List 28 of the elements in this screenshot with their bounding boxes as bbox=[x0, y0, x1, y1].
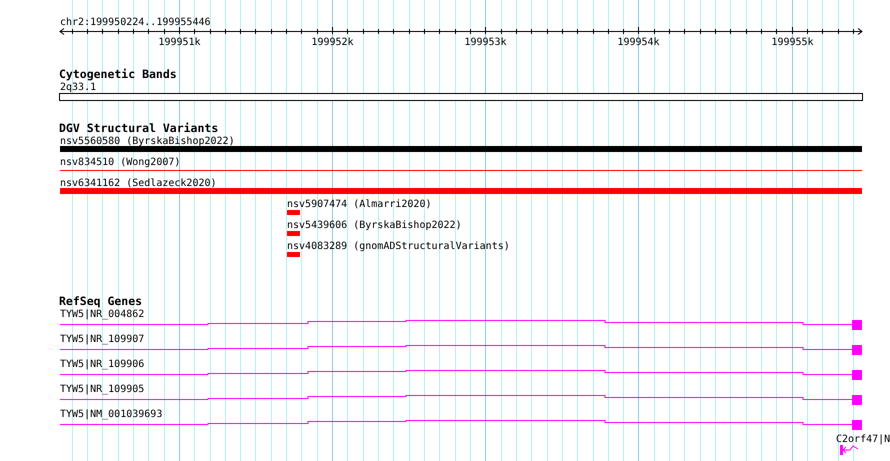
tick-label: 199952k bbox=[311, 37, 354, 48]
variant-label: nsv6341162 (Sedlazeck2020) bbox=[60, 178, 217, 189]
gene-start-arrow[interactable] bbox=[840, 445, 858, 455]
variant-label: nsv4083289 (gnomADStructuralVariants) bbox=[287, 241, 510, 252]
tick-label: 199954k bbox=[617, 37, 660, 48]
track-title: Cytogenetic Bands bbox=[59, 67, 177, 81]
tick-label: 199953k bbox=[464, 37, 507, 48]
variant-label: nsv5907474 (Almarri2020) bbox=[287, 199, 432, 210]
transcript[interactable] bbox=[60, 420, 862, 430]
transcript-label: TYW5|NR_109907 bbox=[60, 334, 144, 345]
transcript[interactable] bbox=[60, 345, 862, 355]
tick-label: 199951k bbox=[158, 37, 201, 48]
transcript-label: TYW5|NM_001039693 bbox=[60, 409, 162, 420]
track-title: RefSeq Genes bbox=[59, 294, 142, 308]
transcript-label: TYW5|NR_109906 bbox=[60, 359, 144, 370]
variant-label: nsv834510 (Wong2007) bbox=[60, 157, 180, 168]
variant-label: nsv5560580 (ByrskaBishop2022) bbox=[60, 136, 235, 147]
transcript[interactable] bbox=[60, 320, 862, 330]
tick-label: 199955k bbox=[771, 37, 814, 48]
variant-label: nsv5439606 (ByrskaBishop2022) bbox=[287, 220, 462, 231]
track-title: DGV Structural Variants bbox=[59, 121, 218, 135]
transcript-label: TYW5|NR_004862 bbox=[60, 309, 144, 320]
band-label: 2q33.1 bbox=[60, 82, 96, 93]
transcript-label: TYW5|NR_109905 bbox=[60, 384, 144, 395]
transcript[interactable] bbox=[60, 395, 862, 405]
location-label: chr2:199950224..199955446 bbox=[60, 17, 211, 28]
transcript[interactable] bbox=[60, 370, 862, 380]
gene-label: C2orf47|N bbox=[836, 434, 890, 445]
